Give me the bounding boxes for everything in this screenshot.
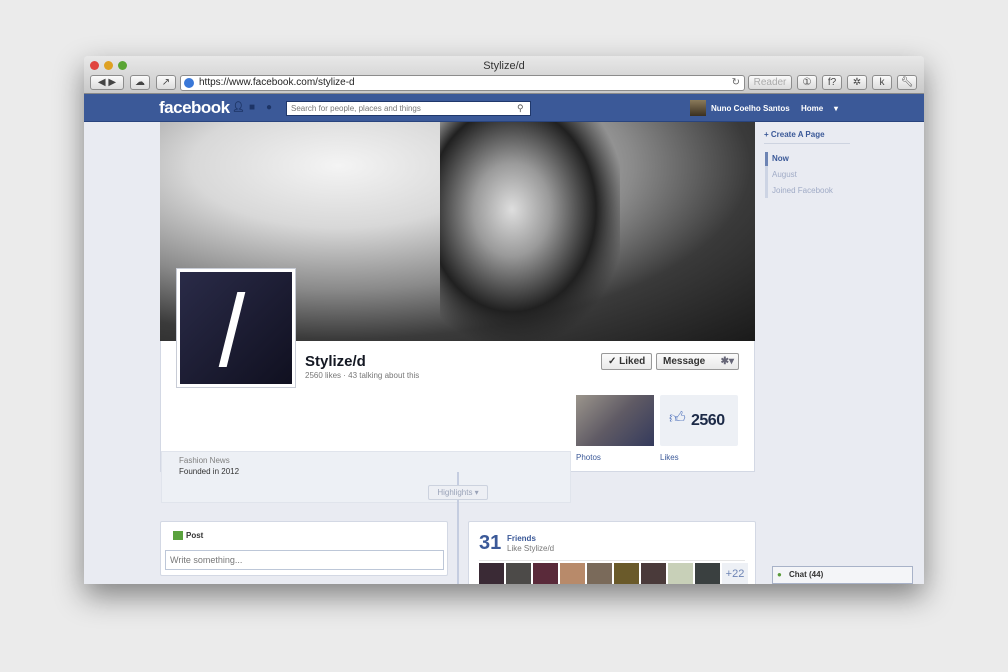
friends-box: 31 Friends Like Stylize/d +22 xyxy=(468,521,756,584)
page-name: Stylize/d xyxy=(305,353,366,370)
friend-thumbnail[interactable] xyxy=(668,563,693,584)
url-text: https://www.facebook.com/stylize-d xyxy=(199,77,355,88)
reader-button[interactable]: Reader xyxy=(748,75,792,90)
friend-thumbnail[interactable] xyxy=(506,563,531,584)
icloud-icon[interactable]: ☁ xyxy=(130,75,150,90)
share-icon[interactable]: ↗ xyxy=(156,75,176,90)
friend-thumbnail[interactable] xyxy=(695,563,720,584)
post-status-icon xyxy=(173,531,183,540)
scrubber-now[interactable]: Now xyxy=(772,154,789,163)
title-bar: Stylize/d ◀ ▶ ☁ ↗ https://www.facebook.c… xyxy=(84,56,924,94)
friend-thumbnail[interactable] xyxy=(614,563,639,584)
facebook-header: facebook 👤︎ ■ ● Search for people, place… xyxy=(84,94,924,122)
message-button[interactable]: Message ✱▾ xyxy=(656,353,739,370)
scrubber-track xyxy=(765,152,768,198)
highlights-dropdown[interactable]: Highlights ▾ xyxy=(428,485,488,500)
settings-wrench-icon[interactable]: 🔧︎ xyxy=(897,75,917,90)
friend-thumbnail[interactable] xyxy=(533,563,558,584)
gear-dropdown-icon[interactable]: ✱▾ xyxy=(721,354,734,369)
facebook-logo[interactable]: facebook xyxy=(159,98,230,118)
more-friends-link[interactable]: +22 xyxy=(722,563,748,584)
search-icon[interactable]: ⚲ xyxy=(517,103,524,114)
reload-icon[interactable]: ↻ xyxy=(732,76,740,90)
user-avatar[interactable] xyxy=(690,100,706,116)
friend-thumbnail[interactable] xyxy=(479,563,504,584)
post-label[interactable]: Post xyxy=(186,531,203,540)
friends-count: 31 xyxy=(479,532,502,554)
likes-count: 2560 xyxy=(691,412,725,429)
scrubber-august[interactable]: August xyxy=(772,170,797,179)
message-label: Message xyxy=(663,356,706,367)
search-input[interactable]: Search for people, places and things xyxy=(286,101,531,116)
messages-icon[interactable]: ■ xyxy=(249,102,255,113)
url-field[interactable]: https://www.facebook.com/stylize-d ↻ xyxy=(180,75,745,91)
friend-thumbnail[interactable] xyxy=(560,563,585,584)
post-composer: Post Write something... xyxy=(160,521,448,576)
founded-text: Founded in 2012 xyxy=(179,467,240,476)
profile-picture[interactable] xyxy=(176,268,296,388)
friend-thumbnail[interactable] xyxy=(587,563,612,584)
globe-icon xyxy=(184,78,194,88)
extension-sync-icon[interactable]: ✲ xyxy=(847,75,867,90)
page-category: Fashion News xyxy=(179,456,230,465)
extension-k-icon[interactable]: k xyxy=(872,75,892,90)
chat-bar[interactable]: ● Chat (44) xyxy=(772,566,913,584)
extension-f-icon[interactable]: f? xyxy=(822,75,842,90)
scrubber-joined-facebook[interactable]: Joined Facebook xyxy=(772,186,833,195)
friend-thumbnail[interactable] xyxy=(641,563,666,584)
likes-link[interactable]: Likes xyxy=(660,453,679,462)
browser-window: Stylize/d ◀ ▶ ☁ ↗ https://www.facebook.c… xyxy=(84,56,924,584)
friends-subtitle: Like Stylize/d xyxy=(507,544,555,553)
chat-online-icon: ● xyxy=(777,570,782,579)
divider xyxy=(764,143,850,144)
friends-link[interactable]: Friends xyxy=(507,534,536,543)
chat-label: Chat (44) xyxy=(789,570,824,579)
photos-thumbnail[interactable] xyxy=(576,395,654,446)
create-page-link[interactable]: + Create A Page xyxy=(764,130,825,139)
notifications-globe-icon[interactable]: ● xyxy=(266,102,272,113)
friend-requests-icon[interactable]: 👤︎ xyxy=(232,102,245,113)
liked-button[interactable]: ✓ Liked xyxy=(601,353,653,370)
extension-1password-icon[interactable]: ① xyxy=(797,75,817,90)
photos-link[interactable]: Photos xyxy=(576,453,601,462)
home-link[interactable]: Home xyxy=(801,104,823,113)
friend-thumbnails: +22 xyxy=(479,560,748,584)
page-stats: 2560 likes · 43 talking about this xyxy=(305,371,420,380)
user-name-link[interactable]: Nuno Coelho Santos xyxy=(711,104,790,113)
account-menu-chevron-icon[interactable]: ▾ xyxy=(834,104,838,113)
window-title: Stylize/d xyxy=(483,60,525,72)
likes-box[interactable]: 👍︎ 2560 xyxy=(660,395,738,446)
post-input[interactable]: Write something... xyxy=(165,550,444,570)
back-forward-button[interactable]: ◀ ▶ xyxy=(90,75,124,90)
thumbs-up-icon: 👍︎ xyxy=(669,410,686,427)
